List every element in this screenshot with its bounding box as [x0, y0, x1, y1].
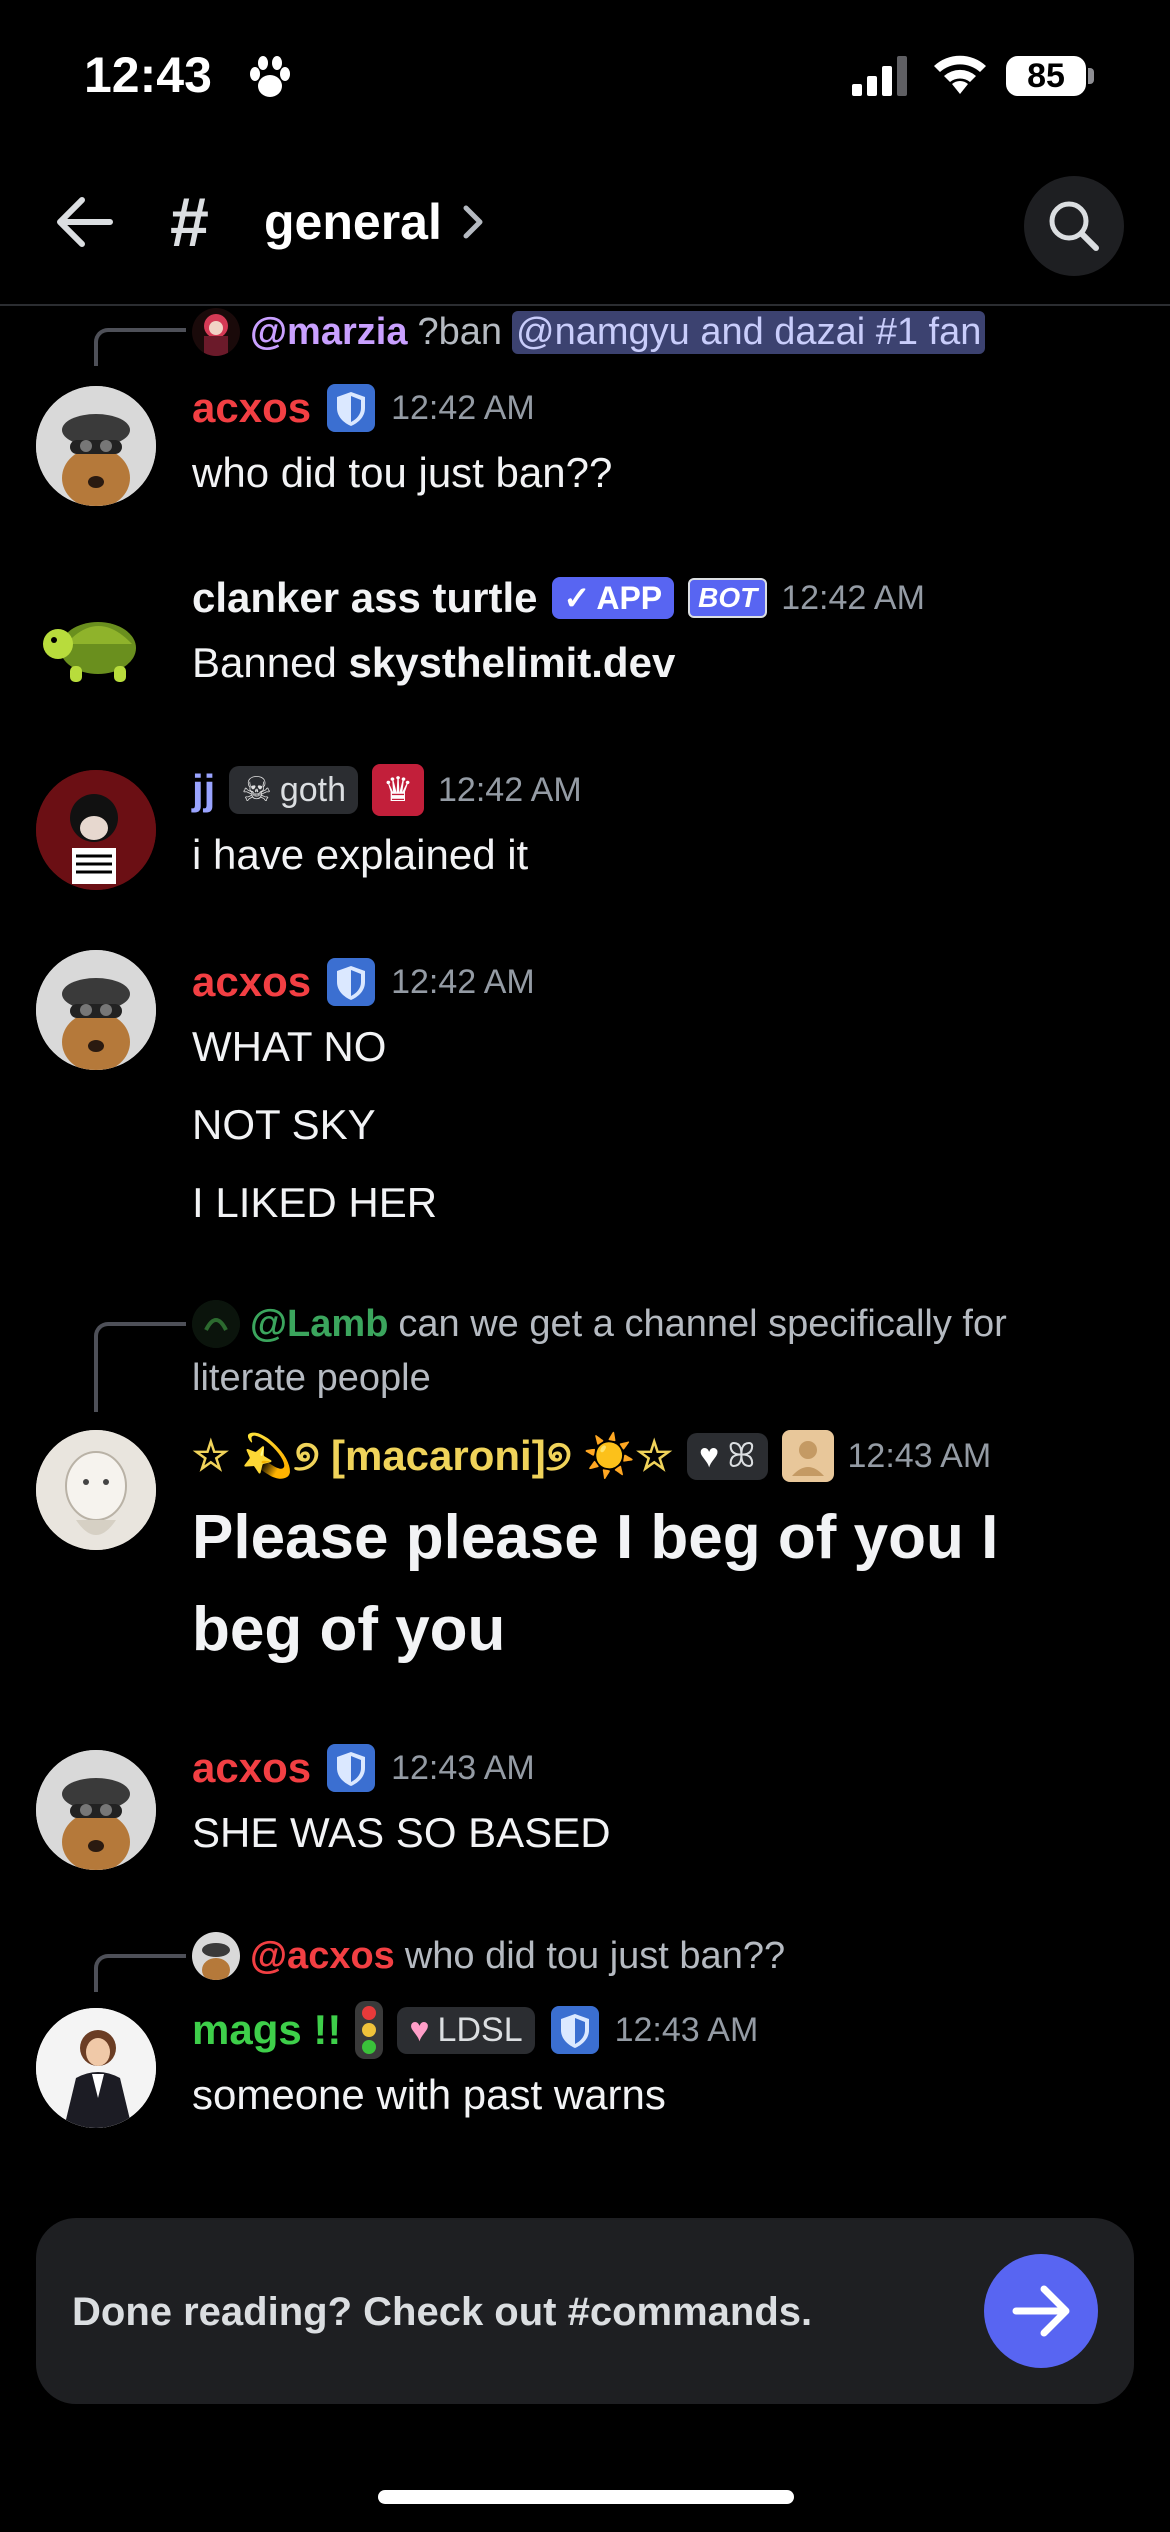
status-time: 12:43: [84, 47, 212, 103]
arrow-right-icon: [1012, 2285, 1070, 2337]
chevron-right-icon[interactable]: [458, 200, 488, 244]
message-header: ☆ 💫୭ [macaroni]୭ ☀️☆ ♥ ꕤ 12:43 AM: [192, 1426, 991, 1486]
signal-icon: [852, 56, 907, 96]
bot-tag: BOT: [688, 578, 768, 618]
avatar-mags[interactable]: [36, 2008, 156, 2128]
battery-icon: 85: [1006, 56, 1086, 96]
message-text: NOT SKY: [192, 1101, 376, 1148]
channel-name[interactable]: general: [264, 190, 442, 254]
message-header: acxos 12:42 AM: [192, 378, 535, 438]
avatar-jj[interactable]: [36, 770, 156, 890]
role-pill: ☠ goth: [229, 766, 359, 814]
author-name[interactable]: clanker ass turtle: [192, 574, 538, 622]
reply-preview[interactable]: @Lamb can we get a channel specifically …: [192, 1298, 1007, 1350]
message-text: someone with past warns: [192, 2071, 666, 2118]
profile-badge-icon: [781, 1430, 834, 1482]
author-name[interactable]: mags !!: [192, 2006, 341, 2054]
pink-heart-icon: ♥: [409, 2010, 430, 2049]
author-name[interactable]: acxos: [192, 958, 311, 1006]
battery-cap: [1088, 68, 1094, 84]
search-button[interactable]: [1024, 176, 1124, 276]
message-header: clanker ass turtle ✓ APP BOT 12:42 AM: [192, 568, 925, 628]
timestamp: 12:42 AM: [391, 962, 535, 1001]
crown-badge-icon: ♛: [372, 764, 425, 816]
skull-icon: ☠: [241, 771, 272, 809]
moderator-shield-icon: [327, 1744, 376, 1792]
reply-connector: [94, 1322, 186, 1412]
author-name[interactable]: jj: [192, 766, 215, 814]
message-text: WHAT NO: [192, 1023, 387, 1070]
role-pill: ♥ LDSL: [397, 2006, 535, 2054]
wifi-icon: [934, 55, 986, 94]
read-only-notice: Done reading? Check out #commands.: [72, 2290, 813, 2334]
home-indicator: [378, 2490, 794, 2504]
app-tag: ✓ APP: [551, 577, 675, 619]
back-arrow-icon[interactable]: [52, 192, 116, 252]
avatar-marzia: [192, 308, 240, 356]
reply-text: can we get a channel specifically for: [398, 1302, 1007, 1345]
message-text: I LIKED HER: [192, 1179, 438, 1226]
traffic-light-icon: [355, 2001, 384, 2059]
timestamp: 12:43 AM: [614, 2010, 759, 2049]
banned-user: skysthelimit.dev: [348, 639, 676, 686]
message-text-large: Please please I beg of you I: [192, 1503, 999, 1572]
timestamp: 12:42 AM: [438, 770, 582, 809]
author-name[interactable]: ☆ 💫୭ [macaroni]୭ ☀️☆: [192, 1431, 673, 1481]
reply-preview[interactable]: @acxos who did tou just ban??: [192, 1930, 785, 1982]
moderator-shield-icon: [550, 2006, 599, 2054]
message-header: jj ☠ goth ♛ 12:42 AM: [192, 760, 582, 820]
avatar-acxos[interactable]: [36, 950, 156, 1070]
moderator-shield-icon: [327, 958, 376, 1006]
message-text: Banned skysthelimit.dev: [192, 639, 676, 686]
message-text: i have explained it: [192, 831, 529, 878]
avatar-acxos[interactable]: [36, 386, 156, 506]
timestamp: 12:42 AM: [391, 388, 535, 427]
author-name[interactable]: acxos: [192, 1744, 311, 1792]
reply-text-continued: literate people: [192, 1356, 431, 1399]
reply-connector: [94, 1954, 186, 1992]
message-header: acxos 12:42 AM: [192, 952, 535, 1012]
search-icon: [1049, 201, 1099, 251]
checkmark-icon: ✓: [563, 580, 591, 616]
reply-author[interactable]: @marzia: [250, 311, 407, 354]
avatar-acxos[interactable]: [36, 1750, 156, 1870]
reply-mention[interactable]: @namgyu and dazai #1 fan: [512, 310, 986, 354]
channel-hash-icon: #: [170, 183, 209, 261]
avatar-acxos-mini: [192, 1932, 240, 1980]
go-to-commands-button[interactable]: [984, 2254, 1098, 2368]
message-text: SHE WAS SO BASED: [192, 1809, 611, 1856]
avatar-lamb: [192, 1300, 240, 1348]
reply-preview[interactable]: @marzia ?ban @namgyu and dazai #1 fan: [192, 306, 986, 358]
author-name[interactable]: acxos: [192, 384, 311, 432]
reply-author[interactable]: @Lamb: [250, 1303, 388, 1346]
reply-text: who did tou just ban??: [404, 1934, 786, 1977]
reply-text: ?ban: [417, 310, 503, 353]
role-pill: ♥ ꕤ: [687, 1432, 768, 1480]
reply-connector: [94, 328, 186, 366]
avatar-turtle-bot[interactable]: [36, 582, 156, 702]
reply-author[interactable]: @acxos: [250, 1935, 395, 1978]
moderator-shield-icon: [327, 384, 376, 432]
timestamp: 12:43 AM: [391, 1748, 535, 1787]
message-header: acxos 12:43 AM: [192, 1738, 535, 1798]
timestamp: 12:42 AM: [781, 578, 925, 617]
message-text-large: beg of you: [192, 1595, 506, 1664]
message-header: mags !! ♥ LDSL 12:43 AM: [192, 2000, 758, 2060]
paw-icon: [250, 56, 290, 97]
avatar-macaroni[interactable]: [36, 1430, 156, 1550]
timestamp: 12:43 AM: [847, 1436, 992, 1475]
message-text: who did tou just ban??: [192, 449, 613, 496]
heart-icon: ♥: [699, 1436, 720, 1475]
